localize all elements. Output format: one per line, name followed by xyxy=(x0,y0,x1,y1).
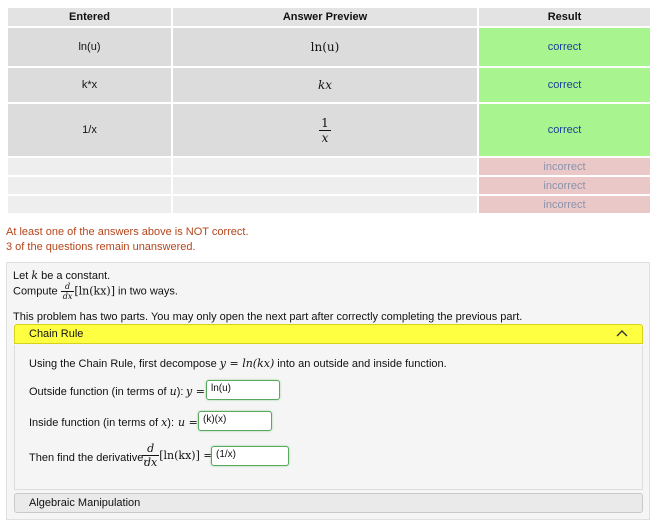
entered-cell xyxy=(6,156,173,177)
table-row: incorrect xyxy=(6,194,652,215)
part-algebraic-manipulation-header[interactable]: Algebraic Manipulation xyxy=(14,493,643,513)
preview-cell xyxy=(171,175,479,196)
header-entered: Entered xyxy=(6,6,173,28)
not-correct-message: At least one of the answers above is NOT… xyxy=(6,226,249,238)
compute-expression: [ln(kx)] xyxy=(74,284,115,298)
inside-lhs: u = xyxy=(178,416,198,429)
entered-cell: k*x xyxy=(6,66,173,104)
entered-cell xyxy=(6,175,173,196)
result-cell: incorrect xyxy=(477,156,652,177)
table-row: incorrect xyxy=(6,156,652,177)
inside-function-label: Inside function (in terms of x): xyxy=(29,416,175,429)
preview-cell xyxy=(171,156,479,177)
entered-cell xyxy=(6,194,173,215)
problem-panel: Let k be a constant. Compute d dx [ln(kx)]… xyxy=(6,262,650,520)
table-row: ln(u) ln(u) correct xyxy=(6,26,652,68)
part-chain-rule-body: Using the Chain Rule, first decompose y … xyxy=(14,345,643,490)
outside-function-input[interactable]: ln(u) xyxy=(206,380,280,400)
entered-cell: 1/x xyxy=(6,102,173,158)
outside-function-label: Outside function (in terms of u): xyxy=(29,385,184,398)
result-cell: correct xyxy=(477,66,652,104)
table-row: k*x kx correct xyxy=(6,66,652,104)
compute-instruction: Compute d dx [ln(kx)] in two ways. xyxy=(13,282,178,301)
parts-note: This problem has two parts. You may only… xyxy=(13,311,523,323)
part-title: Algebraic Manipulation xyxy=(29,497,141,509)
table-row: incorrect xyxy=(6,175,652,196)
header-answer-preview: Answer Preview xyxy=(171,6,479,28)
derivative-operator: d dx xyxy=(142,442,160,469)
preview-cell xyxy=(171,194,479,215)
preview-cell: ln(u) xyxy=(171,26,479,68)
part-chain-rule-header[interactable]: Chain Rule xyxy=(14,324,643,344)
part-title: Chain Rule xyxy=(29,328,84,340)
result-cell: incorrect xyxy=(477,175,652,196)
chain-rule-instruction: Using the Chain Rule, first decompose y … xyxy=(29,357,447,370)
results-table: Entered Answer Preview Result ln(u) ln(u… xyxy=(6,6,652,215)
preview-cell: kx xyxy=(171,66,479,104)
derivative-operator: d dx xyxy=(60,282,75,301)
header-result: Result xyxy=(477,6,652,28)
outside-lhs: y = xyxy=(186,385,205,398)
table-row: 1/x 1 x correct xyxy=(6,102,652,158)
derivative-input[interactable]: (1/x) xyxy=(211,446,289,466)
preview-math: ln(u) xyxy=(310,40,340,54)
derivative-expression: d dx [ln(kx)] = xyxy=(142,442,213,469)
entered-cell: ln(u) xyxy=(6,26,173,68)
result-cell: correct xyxy=(477,102,652,158)
problem-statement: Let k be a constant. xyxy=(13,269,111,282)
results-header-row: Entered Answer Preview Result xyxy=(6,6,652,28)
chevron-up-icon[interactable] xyxy=(616,327,628,341)
result-cell: correct xyxy=(477,26,652,68)
preview-cell: 1 x xyxy=(171,102,479,158)
preview-math: kx xyxy=(317,78,333,92)
unanswered-message: 3 of the questions remain unanswered. xyxy=(6,241,196,253)
preview-fraction: 1 x xyxy=(319,115,331,145)
derivative-label: Then find the derivative, xyxy=(29,452,147,464)
result-cell: incorrect xyxy=(477,194,652,215)
inside-function-input[interactable]: (k)(x) xyxy=(198,411,272,431)
